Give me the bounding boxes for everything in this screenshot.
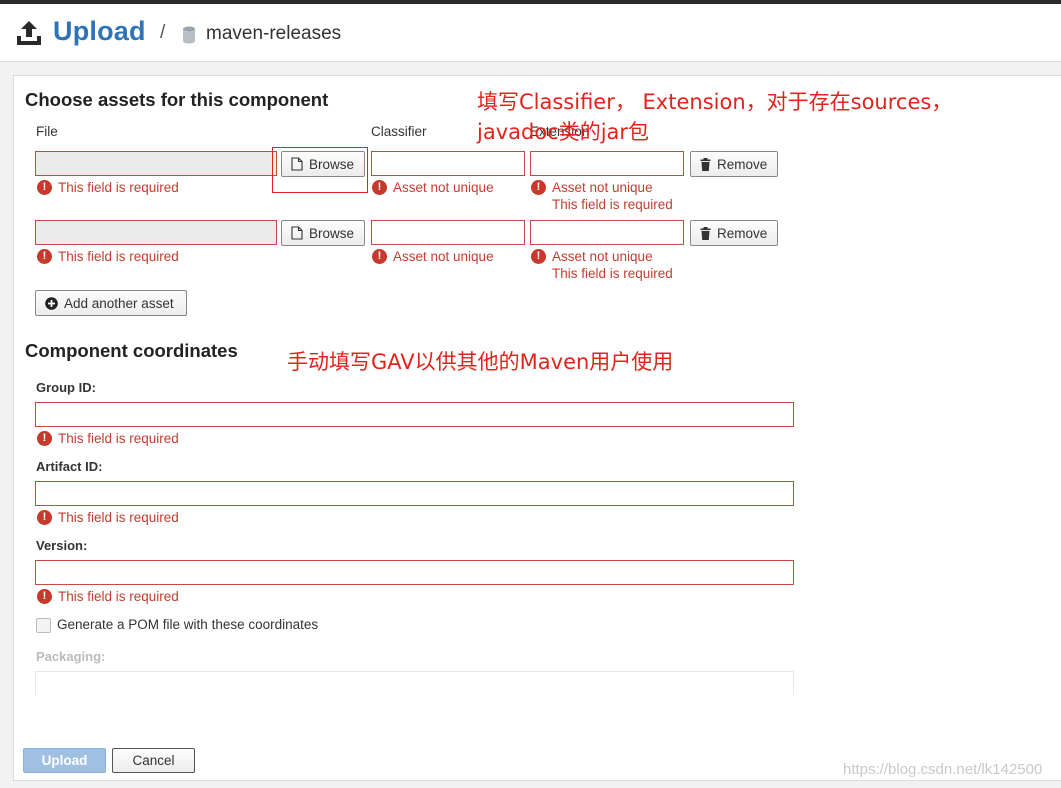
- add-another-asset-button[interactable]: Add another asset: [35, 290, 187, 316]
- group-id-label: Group ID:: [36, 380, 96, 395]
- version-error: ! This field is required: [37, 588, 179, 605]
- exclamation-circle-icon: !: [531, 249, 546, 264]
- group-id-error: ! This field is required: [37, 430, 179, 447]
- cancel-button[interactable]: Cancel: [112, 748, 195, 773]
- browse-label: Browse: [309, 225, 355, 241]
- exclamation-circle-icon: !: [37, 589, 52, 604]
- breadcrumb-separator: /: [160, 22, 166, 43]
- classifier-column-label: Classifier: [371, 124, 427, 139]
- asset-2-remove-button[interactable]: Remove: [690, 220, 778, 246]
- upload-icon: [17, 21, 41, 45]
- asset-2-extension-input[interactable]: [530, 220, 684, 245]
- asset-2-browse-button[interactable]: Browse: [281, 220, 365, 246]
- exclamation-circle-icon: !: [37, 510, 52, 525]
- browse-highlight-box: [272, 147, 368, 193]
- trash-icon: [700, 226, 711, 240]
- breadcrumb-repository[interactable]: maven-releases: [206, 23, 341, 45]
- group-id-input[interactable]: [35, 402, 794, 427]
- remove-label: Remove: [717, 225, 768, 241]
- coordinates-section-title: Component coordinates: [25, 340, 238, 361]
- asset-2-classifier-input[interactable]: [371, 220, 525, 245]
- database-icon: [183, 26, 195, 44]
- annotation-classifier-note: 填写Classifier， Extension，对于存在sources， jav…: [477, 90, 953, 144]
- artifact-id-input[interactable]: [35, 481, 794, 506]
- add-asset-label: Add another asset: [64, 295, 174, 311]
- asset-1-remove-button[interactable]: Remove: [690, 151, 778, 177]
- exclamation-circle-icon: !: [37, 180, 52, 195]
- asset-2-file-input[interactable]: [35, 220, 277, 245]
- plus-circle-icon: [45, 296, 58, 310]
- asset-1-classifier-error: ! Asset not unique: [372, 179, 494, 196]
- asset-1-extension-input[interactable]: [530, 151, 684, 176]
- remove-label: Remove: [717, 156, 768, 172]
- version-label: Version:: [36, 538, 88, 553]
- generate-pom-label[interactable]: Generate a POM file with these coordinat…: [57, 617, 318, 632]
- annotation-gav-note: 手动填写GAV以供其他的Maven用户使用: [287, 350, 674, 374]
- assets-section-title: Choose assets for this component: [25, 89, 329, 110]
- asset-2-file-error: ! This field is required: [37, 248, 179, 265]
- asset-1-extension-error: ! Asset not unique This field is require…: [531, 179, 673, 213]
- asset-2-classifier-error: ! Asset not unique: [372, 248, 494, 265]
- upload-button[interactable]: Upload: [23, 748, 106, 773]
- asset-2-extension-error: ! Asset not unique This field is require…: [531, 248, 673, 282]
- file-icon: [291, 226, 303, 240]
- packaging-input: [35, 671, 794, 695]
- asset-1-file-input[interactable]: [35, 151, 277, 176]
- page-header: Upload / maven-releases: [0, 4, 1061, 62]
- exclamation-circle-icon: !: [531, 180, 546, 195]
- asset-1-classifier-input[interactable]: [371, 151, 525, 176]
- exclamation-circle-icon: !: [372, 249, 387, 264]
- exclamation-circle-icon: !: [37, 249, 52, 264]
- generate-pom-checkbox[interactable]: [36, 618, 51, 633]
- packaging-label: Packaging:: [36, 649, 106, 664]
- exclamation-circle-icon: !: [37, 431, 52, 446]
- artifact-id-error: ! This field is required: [37, 509, 179, 526]
- watermark: https://blog.csdn.net/lk142500: [843, 761, 1043, 778]
- file-column-label: File: [36, 124, 58, 139]
- trash-icon: [700, 157, 711, 171]
- version-input[interactable]: [35, 560, 794, 585]
- exclamation-circle-icon: !: [372, 180, 387, 195]
- page-title: Upload: [53, 16, 146, 46]
- artifact-id-label: Artifact ID:: [36, 459, 103, 474]
- asset-1-file-error: ! This field is required: [37, 179, 179, 196]
